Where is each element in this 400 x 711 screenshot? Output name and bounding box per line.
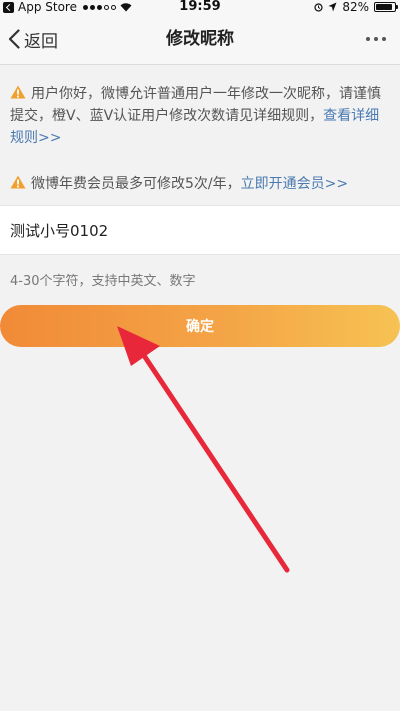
more-menu-icon[interactable] xyxy=(366,14,386,64)
nickname-input[interactable] xyxy=(0,206,400,254)
chevron-left-icon xyxy=(8,29,20,49)
notice-rule: 用户你好，微博允许普通用户一年修改一次昵称，请谨慎提交，橙V、蓝V认证用户修改次… xyxy=(10,83,390,149)
nickname-row xyxy=(0,205,400,255)
back-label: 返回 xyxy=(24,31,58,52)
page-title: 修改昵称 xyxy=(166,29,234,49)
nav-bar: 返回 修改昵称 xyxy=(0,14,400,65)
location-icon xyxy=(328,2,337,12)
open-vip-link[interactable]: 立即开通会员>> xyxy=(241,176,348,192)
confirm-button[interactable]: 确定 xyxy=(0,305,400,347)
notice-panel: 用户你好，微博允许普通用户一年修改一次昵称，请谨慎提交，橙V、蓝V认证用户修改次… xyxy=(0,65,400,195)
battery-icon xyxy=(374,2,398,12)
warning-icon xyxy=(10,175,26,189)
notice-vip: 微博年费会员最多可修改5次/年，立即开通会员>> xyxy=(10,173,390,195)
alarm-icon xyxy=(314,3,323,12)
nickname-hint: 4-30个字符，支持中英文、数字 xyxy=(10,274,196,289)
battery-percent: 82% xyxy=(342,0,369,14)
notice-vip-text: 微博年费会员最多可修改5次/年， xyxy=(31,176,241,192)
status-right: 82% xyxy=(314,0,398,14)
status-bar: App Store 19:59 82% xyxy=(0,0,400,14)
back-button[interactable]: 返回 xyxy=(8,14,58,64)
warning-icon xyxy=(10,85,26,99)
